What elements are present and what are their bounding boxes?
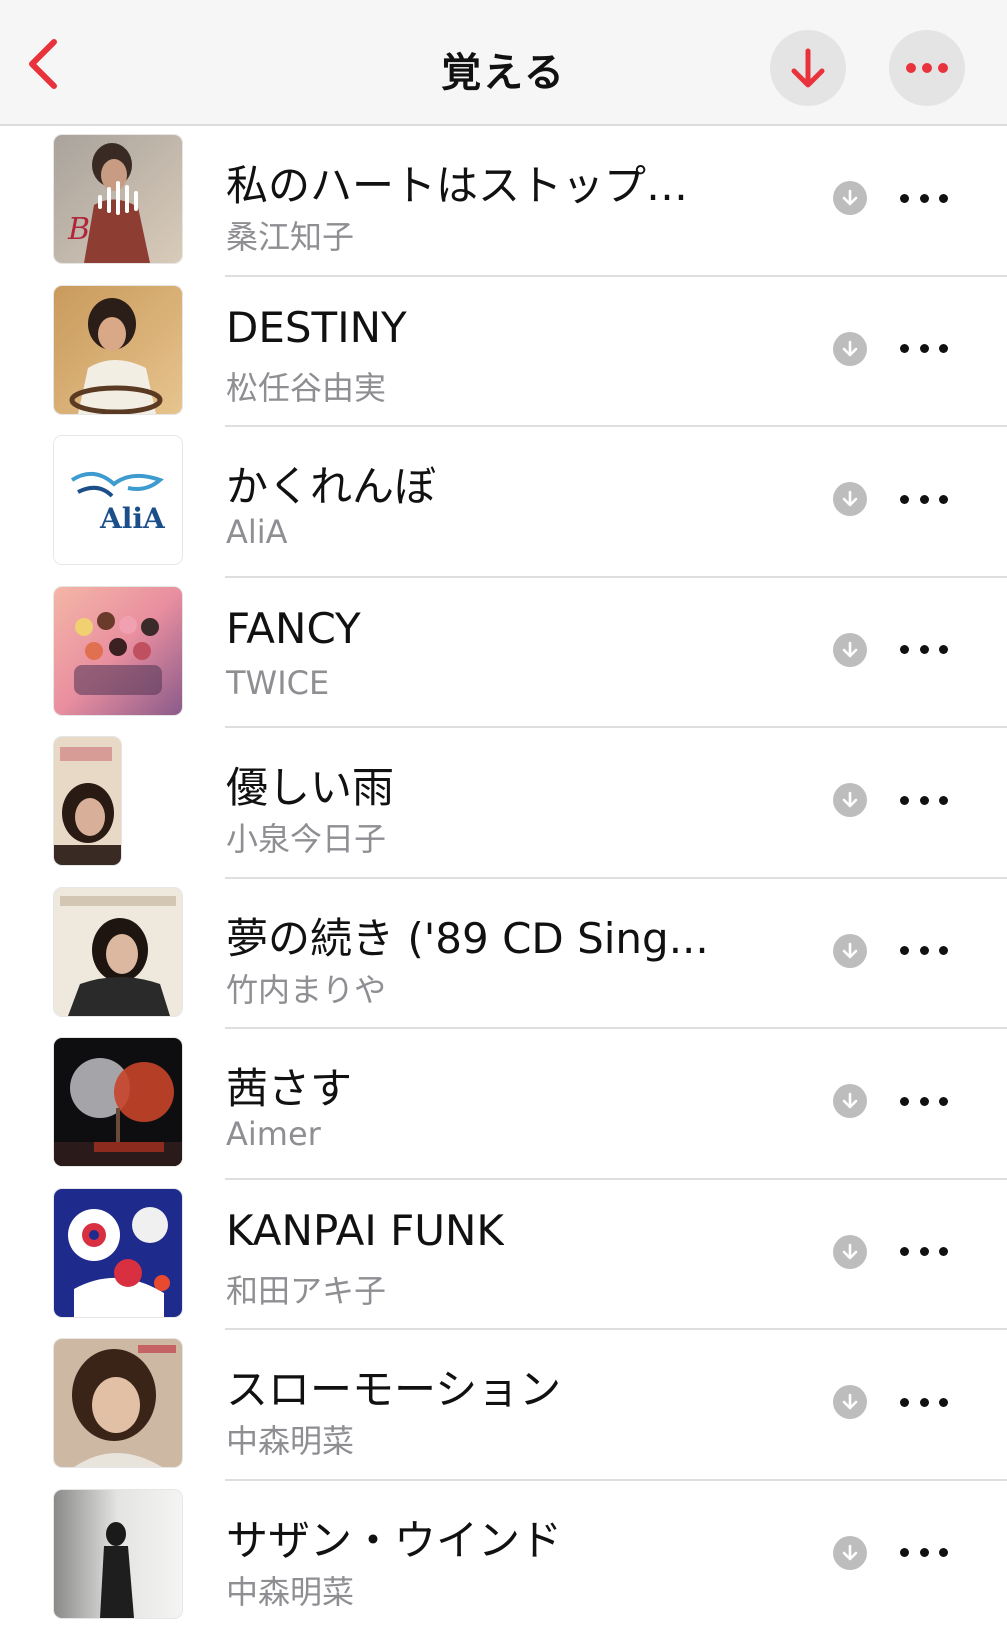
now-playing-overlay — [54, 135, 182, 263]
song-artist: 松任谷由実 — [226, 363, 386, 409]
song-artist: TWICE — [226, 664, 329, 702]
row-more-button[interactable] — [900, 1383, 948, 1421]
song-row[interactable]: 茜さす Aimer — [0, 1029, 1007, 1180]
song-title: 私のハートはストップ… — [226, 152, 688, 213]
row-more-button[interactable] — [900, 1082, 948, 1120]
album-art — [54, 1038, 182, 1166]
song-row[interactable]: AliA かくれんぼ AliA — [0, 427, 1007, 578]
row-more-button[interactable] — [900, 480, 948, 518]
song-artist: 桑江知子 — [226, 212, 354, 258]
song-artist: 中森明菜 — [226, 1416, 354, 1462]
download-icon[interactable] — [833, 181, 867, 215]
album-art — [54, 286, 182, 414]
song-title: 夢の続き ('89 CD Sing... — [226, 905, 709, 966]
song-row[interactable]: B 私のハートはストップ… 桑江知子 — [0, 126, 1007, 277]
download-icon[interactable] — [833, 1235, 867, 1269]
song-title: FANCY — [226, 604, 361, 653]
download-icon[interactable] — [833, 332, 867, 366]
row-more-button[interactable] — [900, 330, 948, 368]
song-row[interactable]: 夢の続き ('89 CD Sing... 竹内まりや — [0, 879, 1007, 1030]
song-artist: 和田アキ子 — [226, 1266, 386, 1312]
song-row[interactable]: サザン・ウインド 中森明菜 — [0, 1481, 1007, 1631]
song-title: かくれんぼ — [226, 453, 436, 514]
album-art — [54, 1490, 182, 1618]
song-title: KANPAI FUNK — [226, 1206, 504, 1255]
song-row[interactable]: KANPAI FUNK 和田アキ子 — [0, 1180, 1007, 1331]
download-icon[interactable] — [833, 482, 867, 516]
download-icon[interactable] — [833, 1385, 867, 1419]
nav-header: 覚える — [0, 0, 1007, 126]
album-art — [54, 1339, 182, 1467]
song-artist: Aimer — [226, 1115, 321, 1153]
row-more-button[interactable] — [900, 179, 948, 217]
song-row[interactable]: DESTINY 松任谷由実 — [0, 277, 1007, 428]
song-title: スローモーション — [226, 1356, 561, 1417]
album-art — [54, 888, 182, 1016]
download-icon[interactable] — [833, 633, 867, 667]
album-art — [54, 1189, 182, 1317]
download-icon[interactable] — [833, 934, 867, 968]
song-artist: 中森明菜 — [226, 1567, 354, 1613]
song-row[interactable]: 優しい雨 小泉今日子 — [0, 728, 1007, 879]
row-more-button[interactable] — [900, 1233, 948, 1271]
song-artist: 竹内まりや — [226, 965, 386, 1011]
ellipsis-icon — [905, 62, 949, 74]
download-icon[interactable] — [833, 1084, 867, 1118]
song-title: 優しい雨 — [226, 754, 394, 815]
row-more-button[interactable] — [900, 781, 948, 819]
download-all-button[interactable] — [770, 30, 846, 106]
row-more-button[interactable] — [900, 631, 948, 669]
song-row[interactable]: FANCY TWICE — [0, 578, 1007, 729]
download-icon[interactable] — [833, 1536, 867, 1570]
song-title: 茜さす — [226, 1055, 352, 1116]
song-title: サザン・ウインド — [226, 1507, 562, 1568]
album-art: AliA — [54, 436, 182, 564]
page-title: 覚える — [0, 40, 1007, 98]
song-title: DESTINY — [226, 303, 407, 352]
album-art — [54, 587, 182, 715]
row-more-button[interactable] — [900, 1534, 948, 1572]
more-options-button[interactable] — [889, 30, 965, 106]
album-art: B — [54, 135, 182, 263]
arrow-down-icon — [788, 46, 828, 90]
song-row[interactable]: スローモーション 中森明菜 — [0, 1330, 1007, 1481]
now-playing-icon — [96, 179, 140, 219]
download-icon[interactable] — [833, 783, 867, 817]
row-more-button[interactable] — [900, 932, 948, 970]
album-art — [54, 737, 121, 865]
song-artist: 小泉今日子 — [226, 814, 386, 860]
song-list: B 私のハートはストップ… 桑江知子 — [0, 126, 1007, 1631]
song-artist: AliA — [226, 513, 288, 551]
album-logo-text: AliA — [99, 502, 166, 535]
